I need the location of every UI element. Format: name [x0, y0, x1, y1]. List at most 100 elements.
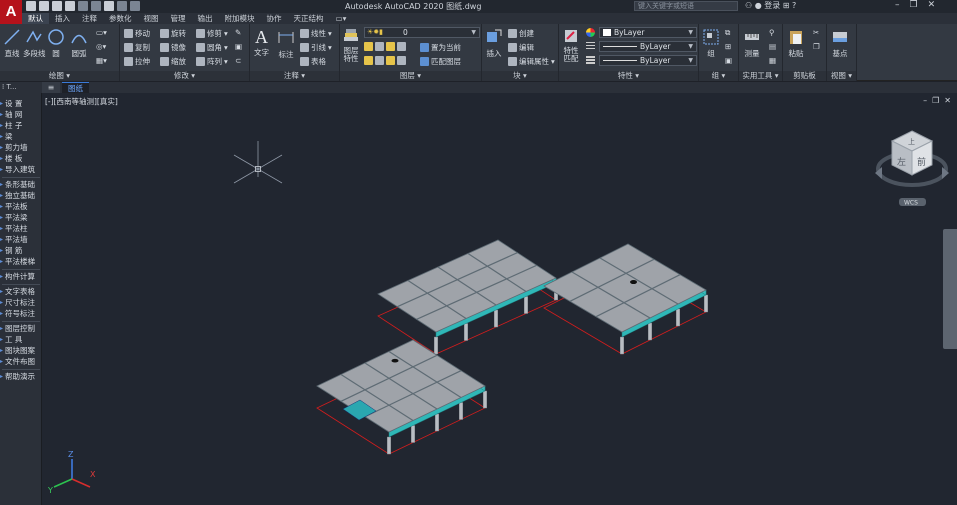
erase-icon[interactable]: ✎ [235, 28, 241, 37]
search-input[interactable]: 键入关键字或短语 [634, 1, 738, 11]
cut-icon[interactable]: ✂ [813, 28, 819, 37]
tab-parametric[interactable]: 参数化 [103, 13, 138, 24]
help-icon[interactable]: ? [792, 1, 796, 10]
layer-off-icon[interactable] [364, 42, 373, 51]
palette-item[interactable]: 文件布图 [0, 357, 42, 367]
share-icon[interactable] [130, 1, 140, 11]
file-tab-drawing[interactable]: 图纸 [62, 82, 89, 93]
viewport-label[interactable]: [-][西南等轴测][真实] [45, 96, 118, 107]
palette-item[interactable]: 平法板 [0, 202, 42, 212]
layer-lock-icon[interactable] [397, 42, 406, 51]
panel-annotation-title[interactable]: 注释 ▾ [250, 71, 339, 81]
palette-item[interactable]: 帮助演示 [0, 372, 42, 382]
close-icon[interactable]: ✕ [928, 0, 936, 10]
rotate-button[interactable]: 旋转 [160, 28, 186, 39]
leader-button[interactable]: 引线 ▾ [300, 42, 332, 53]
layer-unisolate-icon[interactable] [375, 56, 384, 65]
ribbon-toggle-icon[interactable]: ▭▾ [330, 13, 353, 24]
match-properties-button[interactable]: 特性 匹配 [562, 27, 580, 63]
layer-properties-button[interactable]: 图层 特性 [342, 27, 360, 63]
palette-item[interactable]: 设 置 [0, 99, 42, 109]
panel-layers-title[interactable]: 图层 ▾ [340, 71, 481, 81]
make-current-button[interactable]: 置为当前 [420, 42, 461, 53]
lineweight-dropdown[interactable]: ByLayer ▼ [599, 55, 697, 66]
panel-utilities-title[interactable]: 实用工具 ▾ [739, 71, 782, 81]
panel-modify-title[interactable]: 修改 ▾ [120, 71, 249, 81]
palette-item[interactable]: 尺寸标注 [0, 298, 42, 308]
mirror-button[interactable]: 镜像 [160, 42, 186, 53]
palette-item[interactable]: 平法墙 [0, 235, 42, 245]
group-button[interactable]: 组 [702, 28, 720, 59]
layer-unlock-icon[interactable] [397, 56, 406, 65]
tab-view[interactable]: 视图 [138, 13, 165, 24]
palette-item[interactable]: 梁 [0, 132, 42, 142]
layer-thaw-icon[interactable] [386, 56, 395, 65]
palette-item[interactable]: 平法梁 [0, 213, 42, 223]
print-icon[interactable] [91, 1, 101, 11]
palette-item[interactable]: 图块图案 [0, 346, 42, 356]
calculator-icon[interactable]: ▦ [769, 56, 776, 65]
palette-item[interactable]: 导入建筑 [0, 165, 42, 175]
login-button[interactable]: 登录 [764, 1, 780, 10]
save-icon[interactable] [52, 1, 62, 11]
viewport-restore-icon[interactable]: ❐ [932, 96, 939, 105]
table-button[interactable]: 表格 [300, 56, 326, 67]
minimize-icon[interactable]: – [895, 0, 900, 10]
tab-insert[interactable]: 插入 [49, 13, 76, 24]
palette-item[interactable]: 符号标注 [0, 309, 42, 319]
stretch-button[interactable]: 拉伸 [124, 56, 150, 67]
drawing-viewport[interactable]: Z Y X 上 左 前 WCS [-][西南等轴测][真实] – ❐ ✕ [42, 93, 957, 505]
palette-item[interactable]: 图层控制 [0, 324, 42, 334]
tab-output[interactable]: 输出 [192, 13, 219, 24]
scale-button[interactable]: 缩放 [160, 56, 186, 67]
group-edit-icon[interactable]: ⊞ [725, 42, 731, 51]
new-file-icon[interactable] [26, 1, 36, 11]
line-button[interactable]: 直线 [3, 28, 21, 59]
redo-icon[interactable] [117, 1, 127, 11]
palette-menu-button[interactable]: ⁞ T... [2, 83, 17, 91]
start-tab-icon[interactable]: ≡ [42, 82, 60, 93]
palette-item[interactable]: 工 具 [0, 335, 42, 345]
layer-dropdown[interactable]: ☀✹▮ 0 ▼ [364, 27, 480, 38]
dimension-button[interactable]: 标注 [277, 29, 295, 60]
palette-item[interactable]: 条形基础 [0, 180, 42, 190]
offset-icon[interactable]: ⊂ [235, 56, 241, 65]
copy-button[interactable]: 复制 [124, 42, 150, 53]
hatch-icon[interactable]: ◎▾ [96, 42, 106, 51]
layer-on-icon[interactable] [364, 56, 373, 65]
select-all-icon[interactable]: ▤ [769, 42, 776, 51]
viewport-minimize-icon[interactable]: – [923, 96, 927, 105]
linetype-icon[interactable] [586, 42, 595, 51]
circle-button[interactable]: 圆 [47, 28, 65, 59]
arc-button[interactable]: 圆弧 [70, 28, 88, 59]
palette-item[interactable]: 文字表格 [0, 287, 42, 297]
copy-clip-icon[interactable]: ❐ [813, 42, 820, 51]
linetype-dropdown[interactable]: ByLayer ▼ [599, 41, 697, 52]
polyline-button[interactable]: 多段线 [23, 28, 46, 59]
lineweight-icon[interactable] [586, 56, 595, 65]
open-file-icon[interactable] [39, 1, 49, 11]
array-button[interactable]: 阵列 ▾ [196, 56, 228, 67]
measure-button[interactable]: 测量 [743, 28, 761, 59]
color-dropdown[interactable]: ByLayer ▼ [599, 27, 697, 38]
text-button[interactable]: A 文字 [254, 27, 269, 58]
rectangle-icon[interactable]: ▭▾ [96, 28, 107, 37]
panel-groups-title[interactable]: 组 ▾ [699, 71, 738, 81]
color-wheel-icon[interactable] [586, 28, 595, 37]
edit-block-button[interactable]: 编辑 [508, 42, 534, 53]
tab-addins[interactable]: 附加模块 [219, 13, 261, 24]
panel-draw-title[interactable]: 绘图 ▾ [0, 71, 119, 81]
user-icon[interactable]: ● [755, 1, 765, 10]
panel-properties-title[interactable]: 特性 ▾ [559, 71, 698, 81]
linear-button[interactable]: 线性 ▾ [300, 28, 332, 39]
undo-icon[interactable] [104, 1, 114, 11]
trim-button[interactable]: 修剪 ▾ [196, 28, 228, 39]
quick-select-icon[interactable]: ⚲ [769, 28, 775, 37]
palette-item[interactable]: 构件计算 [0, 272, 42, 282]
palette-item[interactable]: 轴 网 [0, 110, 42, 120]
panel-view-title[interactable]: 视图 ▾ [827, 71, 856, 81]
palette-item[interactable]: 平法柱 [0, 224, 42, 234]
gradient-icon[interactable]: ▦▾ [96, 56, 107, 65]
palette-item[interactable]: 楼 板 [0, 154, 42, 164]
palette-item[interactable]: 平法楼梯 [0, 257, 42, 267]
